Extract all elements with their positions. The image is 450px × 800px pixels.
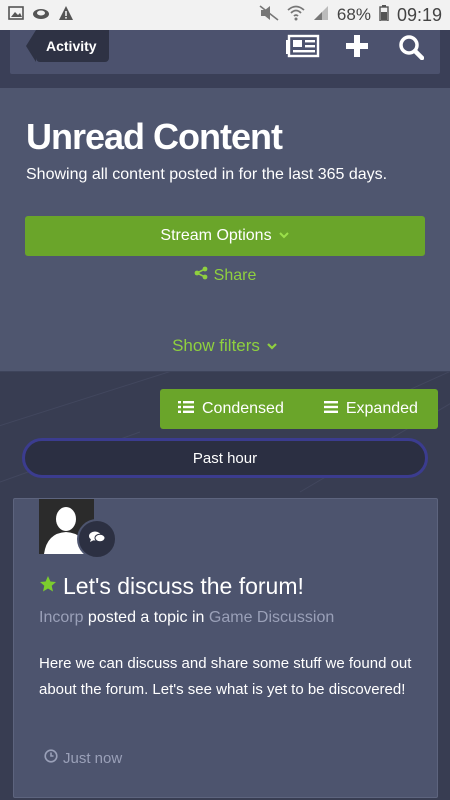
wifi-icon	[287, 5, 305, 26]
post-meta: Incorp posted a topic in Game Discussion	[39, 609, 334, 627]
menu-lines-icon	[323, 400, 338, 419]
plus-icon[interactable]	[345, 34, 369, 63]
stream-options-button[interactable]: Stream Options	[25, 216, 425, 256]
page-header: Unread Content Showing all content poste…	[0, 88, 450, 372]
condensed-view-button[interactable]: Condensed	[178, 400, 284, 419]
post-title-link[interactable]: Let's discuss the forum!	[63, 573, 304, 600]
gallery-icon	[8, 5, 24, 26]
share-link[interactable]: Share	[0, 266, 450, 285]
share-icon	[194, 266, 208, 285]
chat-bubbles-icon	[88, 530, 106, 549]
view-mode-toggle: Condensed Expanded	[160, 389, 438, 429]
mute-icon	[259, 4, 279, 26]
battery-icon	[379, 4, 389, 26]
cloud-icon	[32, 5, 50, 26]
clock: 09:19	[396, 4, 442, 25]
post-title-row: Let's discuss the forum!	[39, 573, 304, 600]
battery-percent: 68%	[336, 5, 371, 24]
author-link[interactable]: Incorp	[39, 609, 83, 626]
activity-tab-label: Activity	[46, 38, 97, 54]
post-action-text: posted a topic in	[87, 609, 205, 626]
search-icon[interactable]	[398, 34, 425, 65]
post-time-label: Just now	[63, 749, 123, 767]
signal-icon	[313, 5, 329, 26]
activity-tab[interactable]: Activity	[26, 30, 109, 62]
post-card: Let's discuss the forum! Incorp posted a…	[13, 498, 438, 798]
star-icon	[39, 575, 57, 598]
clock-icon	[44, 749, 58, 767]
page-title: Unread Content	[26, 116, 283, 157]
time-period-label: Past hour	[192, 449, 258, 467]
stream-options-label: Stream Options	[160, 227, 272, 244]
topic-type-badge	[77, 519, 117, 559]
forum-link[interactable]: Game Discussion	[209, 609, 334, 626]
page-subtitle: Showing all content posted in for the la…	[26, 166, 388, 183]
newspaper-icon[interactable]	[286, 34, 320, 63]
status-left	[8, 5, 74, 26]
post-excerpt: Here we can discuss and share some stuff…	[39, 655, 412, 698]
status-bar: 68% 09:19	[0, 0, 450, 30]
show-filters-link[interactable]: Show filters	[0, 336, 450, 356]
top-navigation-bar: Activity	[10, 30, 440, 74]
show-filters-label: Show filters	[172, 336, 260, 355]
status-right: 68% 09:19	[259, 4, 442, 26]
time-period-selector[interactable]: Past hour	[22, 438, 428, 478]
post-timestamp: Just now	[44, 749, 122, 767]
warning-icon	[58, 5, 74, 26]
expanded-label: Expanded	[345, 400, 418, 417]
share-label: Share	[213, 266, 257, 284]
chevron-down-icon	[266, 336, 278, 356]
top-navigation: Activity	[0, 30, 450, 88]
chevron-down-icon	[278, 227, 290, 245]
expanded-view-button[interactable]: Expanded	[323, 400, 418, 419]
condensed-label: Condensed	[202, 400, 284, 417]
list-icon	[178, 400, 194, 419]
